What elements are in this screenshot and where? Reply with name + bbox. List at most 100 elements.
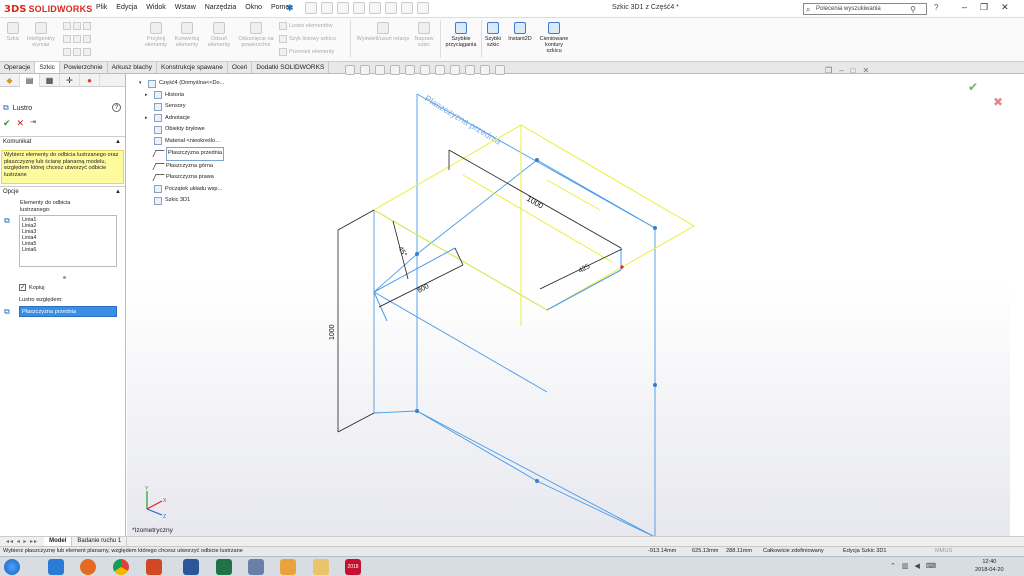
smart-dimension-button[interactable]: Inteligentny wymiar — [26, 22, 56, 48]
line-tool[interactable] — [63, 22, 91, 30]
powerpoint-icon[interactable] — [146, 559, 162, 575]
circle-tool[interactable] — [63, 35, 91, 43]
file-explorer-icon[interactable] — [313, 559, 329, 575]
magnifier-icon[interactable]: ⚲ — [910, 4, 916, 15]
viewport-close-icon[interactable]: ✕ — [862, 66, 869, 75]
move-entities-button[interactable]: Przenieś elementy — [279, 48, 334, 56]
dimension-800[interactable]: 800 — [417, 283, 431, 295]
menu-window[interactable]: Okno — [245, 4, 262, 11]
excel-icon[interactable] — [216, 559, 232, 575]
instant2d-button[interactable]: Instant2D — [505, 22, 535, 42]
app-icon[interactable] — [248, 559, 264, 575]
tab-motion-study[interactable]: Badanie ruchu 1 — [72, 537, 128, 546]
dimension-1000-vertical[interactable]: 1000 — [329, 324, 336, 340]
menu-insert[interactable]: Wstaw — [175, 4, 196, 11]
rapid-sketch-button[interactable]: Szybki szkic — [483, 22, 503, 48]
property-manager-tab-icon[interactable]: ▤ — [20, 74, 40, 87]
rebuild-icon[interactable] — [401, 2, 413, 14]
solidworks-logo[interactable]: 3DS SOLIDWORKS — [4, 2, 92, 16]
undo-icon[interactable] — [369, 2, 381, 14]
options-section-header[interactable]: Opcje ▲ — [0, 186, 125, 196]
print-icon[interactable] — [353, 2, 365, 14]
menu-tools[interactable]: Narzędzia — [205, 4, 237, 11]
trim-button[interactable]: Przytnij elementy — [143, 22, 169, 48]
open-icon[interactable] — [321, 2, 333, 14]
offset-surface-button[interactable]: Odsunięcie na powierzchni — [236, 22, 276, 48]
tree-item-sensors[interactable]: Sensory — [139, 101, 224, 113]
new-document-icon[interactable] — [305, 2, 317, 14]
ok-button[interactable]: ✔ — [3, 118, 11, 129]
select-icon[interactable] — [385, 2, 397, 14]
tab-model[interactable]: Model — [44, 537, 73, 546]
pushpin-icon[interactable]: ⇥ — [30, 118, 36, 129]
section-view-icon[interactable] — [390, 65, 400, 75]
dynamic-annotation-icon[interactable] — [405, 65, 415, 75]
viewport-restore-icon[interactable]: ❐ — [825, 66, 832, 75]
graphics-area[interactable]: Płaszczyzna przednia 1000 425 45° 800 10… — [127, 74, 1010, 536]
restore-button[interactable]: ❐ — [980, 2, 988, 13]
tree-item-top-plane[interactable]: Płaszczyzna górna — [139, 161, 224, 173]
solidworks-taskbar-icon[interactable]: 2018 — [345, 559, 361, 575]
zoom-to-fit-icon[interactable] — [345, 65, 355, 75]
tree-root[interactable]: ▾ Część4 (Domyślna<<Do... — [139, 78, 224, 90]
tree-item-material[interactable]: Materiał <nieokreślo... — [139, 136, 224, 148]
display-style-icon[interactable] — [435, 65, 445, 75]
keyboard-icon[interactable]: ⌨ — [926, 562, 936, 570]
repair-sketch-button[interactable]: Napraw szkic — [412, 22, 436, 48]
viewport-minimize-icon[interactable]: – — [839, 66, 843, 75]
display-manager-tab-icon[interactable]: ● — [80, 74, 100, 87]
tab-weldments[interactable]: Konstrukcje spawane — [157, 62, 228, 73]
media-player-icon[interactable] — [80, 559, 96, 575]
hide-show-items-icon[interactable] — [450, 65, 460, 75]
tree-item-annotations[interactable]: ▸ Adnotacje — [139, 113, 224, 125]
tree-item-solid-bodies[interactable]: Obiekty bryłowe — [139, 124, 224, 136]
tray-arrow-icon[interactable]: ⌃ — [890, 562, 896, 570]
display-relations-button[interactable]: Wyświetl/usuń relacje — [356, 22, 410, 42]
shaded-contours-button[interactable]: Cieniowane kontury szkicu — [537, 22, 571, 54]
help-icon[interactable]: ? — [934, 3, 938, 12]
network-icon[interactable]: ▥ — [902, 562, 909, 570]
volume-icon[interactable]: ◀ — [915, 562, 920, 570]
sketch-canvas[interactable]: Płaszczyzna przednia 1000 425 45° 800 10… — [127, 74, 1010, 536]
zoom-to-area-icon[interactable] — [360, 65, 370, 75]
tab-sketch[interactable]: Szkic — [35, 62, 60, 73]
menu-view[interactable]: Widok — [146, 4, 165, 11]
copy-checkbox[interactable]: ✓ — [19, 284, 26, 291]
tree-item-origin[interactable]: Początek układu wsp... — [139, 184, 224, 196]
pin-menu-icon[interactable]: ✱ — [286, 3, 294, 14]
entities-list[interactable]: Linia1 Linia2 Linia3 Linia4 Linia5 Linia… — [19, 215, 117, 267]
mirror-entities-button[interactable]: Lustro elementów — [279, 22, 332, 30]
tab-scroll-arrows-icon[interactable]: ◂◂ ◂ ▸ ▸▸ — [0, 538, 44, 545]
ie-icon[interactable] — [48, 559, 64, 575]
dimension-1000-top[interactable]: 1000 — [525, 194, 545, 211]
linear-pattern-button[interactable]: Szyk liniowy szkicu — [279, 35, 336, 43]
dimension-angle[interactable]: 45° — [396, 245, 408, 258]
word-icon[interactable] — [183, 559, 199, 575]
message-section-header[interactable]: Komunikat ▲ — [0, 136, 125, 146]
confirm-corner-ok-icon[interactable]: ✔ — [968, 80, 978, 94]
tree-item-right-plane[interactable]: Płaszczyzna prawa — [139, 172, 224, 184]
view-settings-icon[interactable] — [495, 65, 505, 75]
search-input[interactable]: ⌕ Polecenia wyszukiwania ⚲ — [803, 3, 927, 15]
status-units[interactable]: MMGS — [935, 547, 952, 556]
outlook-icon[interactable] — [280, 559, 296, 575]
start-button-icon[interactable] — [4, 559, 20, 575]
previous-view-icon[interactable] — [375, 65, 385, 75]
tree-item-3d-sketch[interactable]: Szkic 3D1 — [139, 195, 224, 207]
minimize-button[interactable]: – — [962, 2, 967, 13]
tab-features[interactable]: Operacje — [0, 62, 36, 73]
cancel-button[interactable]: ✕ — [17, 118, 25, 129]
viewport-maximize-icon[interactable]: □ — [851, 66, 856, 75]
tree-item-history[interactable]: ▸ Historia — [139, 90, 224, 102]
configuration-tab-icon[interactable]: ▦ — [40, 74, 60, 87]
spline-tool[interactable] — [63, 48, 91, 56]
tree-item-front-plane[interactable]: Płaszczyzna przednia — [139, 147, 225, 161]
quick-snaps-button[interactable]: Szybkie przyciągania — [443, 22, 479, 48]
menu-edit[interactable]: Edycja — [116, 4, 137, 11]
menu-file[interactable]: Plik — [96, 4, 107, 11]
edit-appearance-icon[interactable] — [465, 65, 475, 75]
clock[interactable]: 12:40 2018-04-20 — [975, 558, 1004, 574]
convert-button[interactable]: Konwertuj elementy — [172, 22, 202, 48]
help-icon[interactable]: ? — [112, 103, 121, 112]
save-icon[interactable] — [337, 2, 349, 14]
